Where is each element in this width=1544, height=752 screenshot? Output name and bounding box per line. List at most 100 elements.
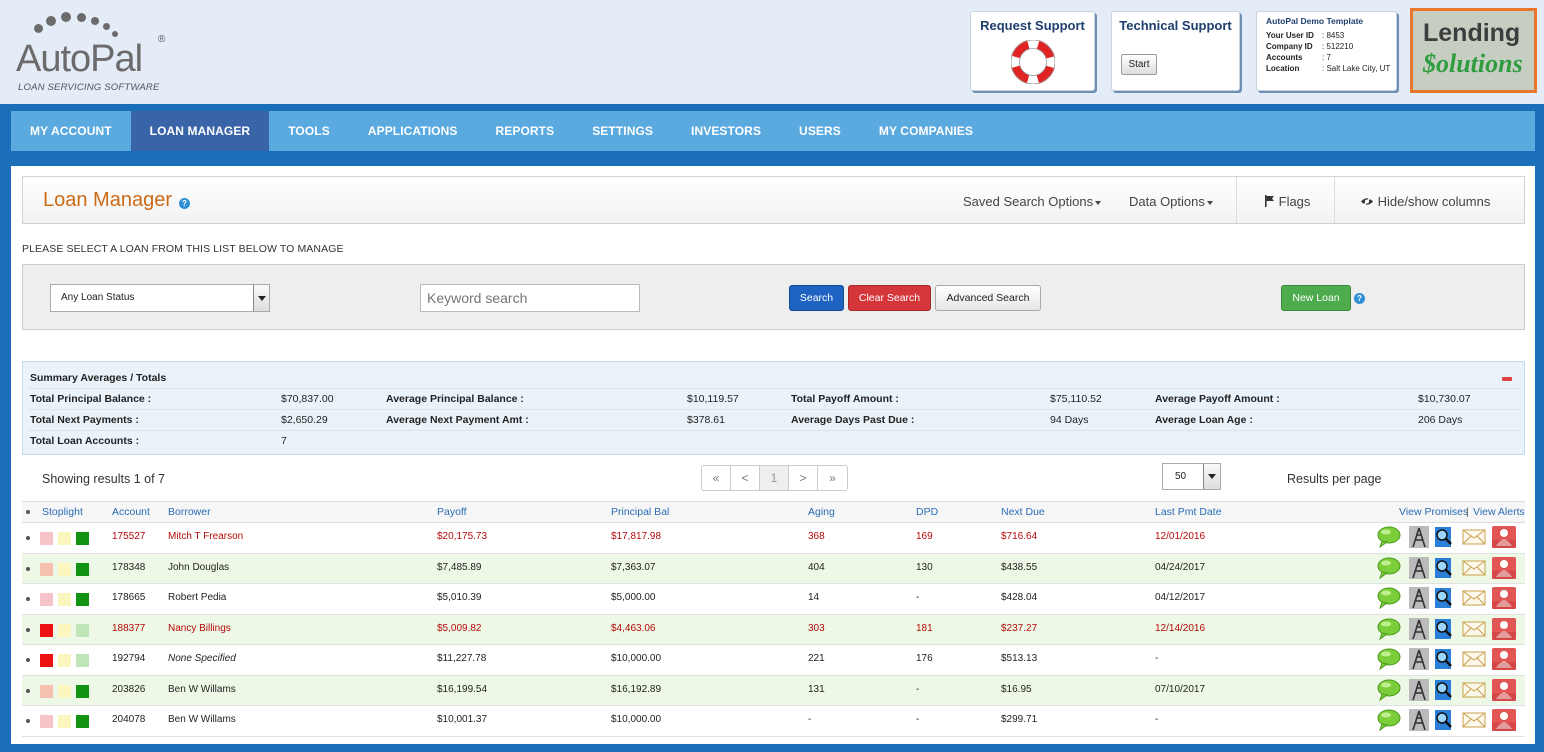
person-icon[interactable] — [1492, 587, 1516, 609]
search-doc-icon[interactable] — [1431, 709, 1455, 731]
chevron-down-icon[interactable] — [1203, 464, 1220, 489]
last-page-button[interactable]: » — [818, 466, 847, 490]
nav-reports[interactable]: REPORTS — [476, 111, 573, 151]
tower-icon[interactable] — [1407, 678, 1431, 701]
tower-icon[interactable] — [1407, 556, 1431, 579]
person-icon[interactable] — [1492, 709, 1516, 731]
borrower-cell[interactable]: Nancy Billings — [168, 623, 231, 634]
flags-button[interactable]: Flags — [1264, 194, 1310, 209]
clear-search-button[interactable]: Clear Search — [848, 285, 931, 311]
tower-icon[interactable] — [1407, 648, 1431, 670]
tower-icon[interactable] — [1407, 709, 1431, 731]
chat-bubble-icon[interactable] — [1377, 709, 1401, 731]
loan-status-select[interactable]: Any Loan Status — [50, 284, 270, 312]
nav-investors[interactable]: INVESTORS — [672, 111, 780, 151]
tower-icon[interactable] — [1407, 617, 1431, 640]
envelope-icon[interactable] — [1462, 587, 1486, 609]
account-cell[interactable]: 178348 — [112, 562, 145, 573]
chevron-down-icon[interactable] — [253, 285, 269, 311]
col-aging[interactable]: Aging — [808, 506, 835, 518]
nav-users[interactable]: USERS — [780, 111, 860, 151]
chat-bubble-icon[interactable] — [1377, 648, 1401, 670]
borrower-cell[interactable]: None Specified — [168, 653, 236, 664]
autopal-logo[interactable]: AutoPal ® LOAN SERVICING SOFTWARE — [16, 8, 176, 96]
nav-loan-manager[interactable]: LOAN MANAGER — [130, 111, 270, 151]
keyword-search-input[interactable] — [420, 284, 640, 312]
table-row[interactable]: 175527 Mitch T Frearson $20,175.73 $17,8… — [22, 523, 1525, 554]
chat-bubble-icon[interactable] — [1377, 526, 1401, 548]
request-support-panel[interactable]: Request Support — [970, 11, 1095, 91]
results-per-page-select[interactable]: 50 — [1162, 463, 1221, 490]
borrower-cell[interactable]: Ben W Willams — [168, 714, 236, 725]
chat-bubble-icon[interactable] — [1377, 618, 1401, 640]
col-stoplight[interactable]: Stoplight — [42, 506, 83, 518]
table-row[interactable]: 178348 John Douglas $7,485.89 $7,363.07 … — [22, 553, 1525, 584]
account-cell[interactable]: 204078 — [112, 714, 145, 725]
person-icon[interactable] — [1492, 678, 1516, 701]
account-cell[interactable]: 175527 — [112, 531, 145, 542]
hide-show-columns-button[interactable]: Hide/show columns — [1360, 194, 1490, 209]
nav-applications[interactable]: APPLICATIONS — [349, 111, 477, 151]
borrower-cell[interactable]: Ben W Willams — [168, 684, 236, 695]
collapse-icon[interactable] — [1502, 377, 1512, 381]
view-promises-link[interactable]: View Promises — [1399, 506, 1468, 518]
search-doc-icon[interactable] — [1431, 526, 1455, 548]
col-payoff[interactable]: Payoff — [437, 506, 467, 518]
account-cell[interactable]: 192794 — [112, 653, 145, 664]
saved-search-options-dropdown[interactable]: Saved Search Options — [963, 194, 1102, 209]
start-support-button[interactable]: Start — [1121, 54, 1157, 75]
chat-bubble-icon[interactable] — [1377, 557, 1401, 579]
next-page-button[interactable]: > — [789, 466, 818, 490]
search-button[interactable]: Search — [789, 285, 844, 311]
help-icon[interactable]: ? — [179, 198, 190, 209]
table-row[interactable]: 192794 None Specified $11,227.78 $10,000… — [22, 645, 1525, 676]
col-principal-bal[interactable]: Principal Bal — [611, 506, 669, 518]
col-next-due[interactable]: Next Due — [1001, 506, 1045, 518]
table-row[interactable]: 188377 Nancy Billings $5,009.82 $4,463.0… — [22, 614, 1525, 645]
table-row[interactable]: 178665 Robert Pedia $5,010.39 $5,000.00 … — [22, 584, 1525, 615]
table-row[interactable]: 203826 Ben W Willams $16,199.54 $16,192.… — [22, 675, 1525, 706]
search-doc-icon[interactable] — [1431, 618, 1455, 640]
envelope-icon[interactable] — [1462, 679, 1486, 701]
advanced-search-button[interactable]: Advanced Search — [935, 285, 1041, 311]
person-icon[interactable] — [1492, 648, 1516, 670]
borrower-cell[interactable]: Mitch T Frearson — [168, 531, 243, 542]
tower-icon[interactable] — [1407, 587, 1431, 609]
lifebuoy-icon[interactable] — [1011, 40, 1055, 84]
borrower-cell[interactable]: Robert Pedia — [168, 592, 226, 603]
borrower-cell[interactable]: John Douglas — [168, 562, 229, 573]
account-cell[interactable]: 178665 — [112, 592, 145, 603]
first-page-button[interactable]: « — [702, 466, 731, 490]
envelope-icon[interactable] — [1462, 648, 1486, 670]
search-doc-icon[interactable] — [1431, 648, 1455, 670]
help-icon[interactable]: ? — [1354, 293, 1365, 304]
prev-page-button[interactable]: < — [731, 466, 760, 490]
data-options-dropdown[interactable]: Data Options — [1129, 194, 1213, 209]
envelope-icon[interactable] — [1462, 618, 1486, 640]
envelope-icon[interactable] — [1462, 526, 1486, 548]
search-doc-icon[interactable] — [1431, 587, 1455, 609]
person-icon[interactable] — [1492, 617, 1516, 640]
envelope-icon[interactable] — [1462, 557, 1486, 579]
person-icon[interactable] — [1492, 556, 1516, 579]
col-last-pmt-date[interactable]: Last Pmt Date — [1155, 506, 1222, 518]
view-alerts-link[interactable]: View Alerts — [1473, 506, 1525, 518]
nav-tools[interactable]: TOOLS — [269, 111, 349, 151]
tower-icon[interactable] — [1407, 526, 1431, 548]
new-loan-button[interactable]: New Loan — [1281, 285, 1351, 311]
chat-bubble-icon[interactable] — [1377, 587, 1401, 609]
nav-settings[interactable]: SETTINGS — [573, 111, 672, 151]
account-cell[interactable]: 188377 — [112, 623, 145, 634]
col-dpd[interactable]: DPD — [916, 506, 938, 518]
col-borrower[interactable]: Borrower — [168, 506, 211, 518]
page-1-button[interactable]: 1 — [760, 466, 789, 490]
person-icon[interactable] — [1492, 526, 1516, 548]
search-doc-icon[interactable] — [1431, 557, 1455, 579]
col-account[interactable]: Account — [112, 506, 150, 518]
account-cell[interactable]: 203826 — [112, 684, 145, 695]
table-row[interactable]: 204078 Ben W Willams $10,001.37 $10,000.… — [22, 706, 1525, 737]
chat-bubble-icon[interactable] — [1377, 679, 1401, 701]
envelope-icon[interactable] — [1462, 709, 1486, 731]
nav-my-account[interactable]: MY ACCOUNT — [11, 111, 131, 151]
search-doc-icon[interactable] — [1431, 679, 1455, 701]
